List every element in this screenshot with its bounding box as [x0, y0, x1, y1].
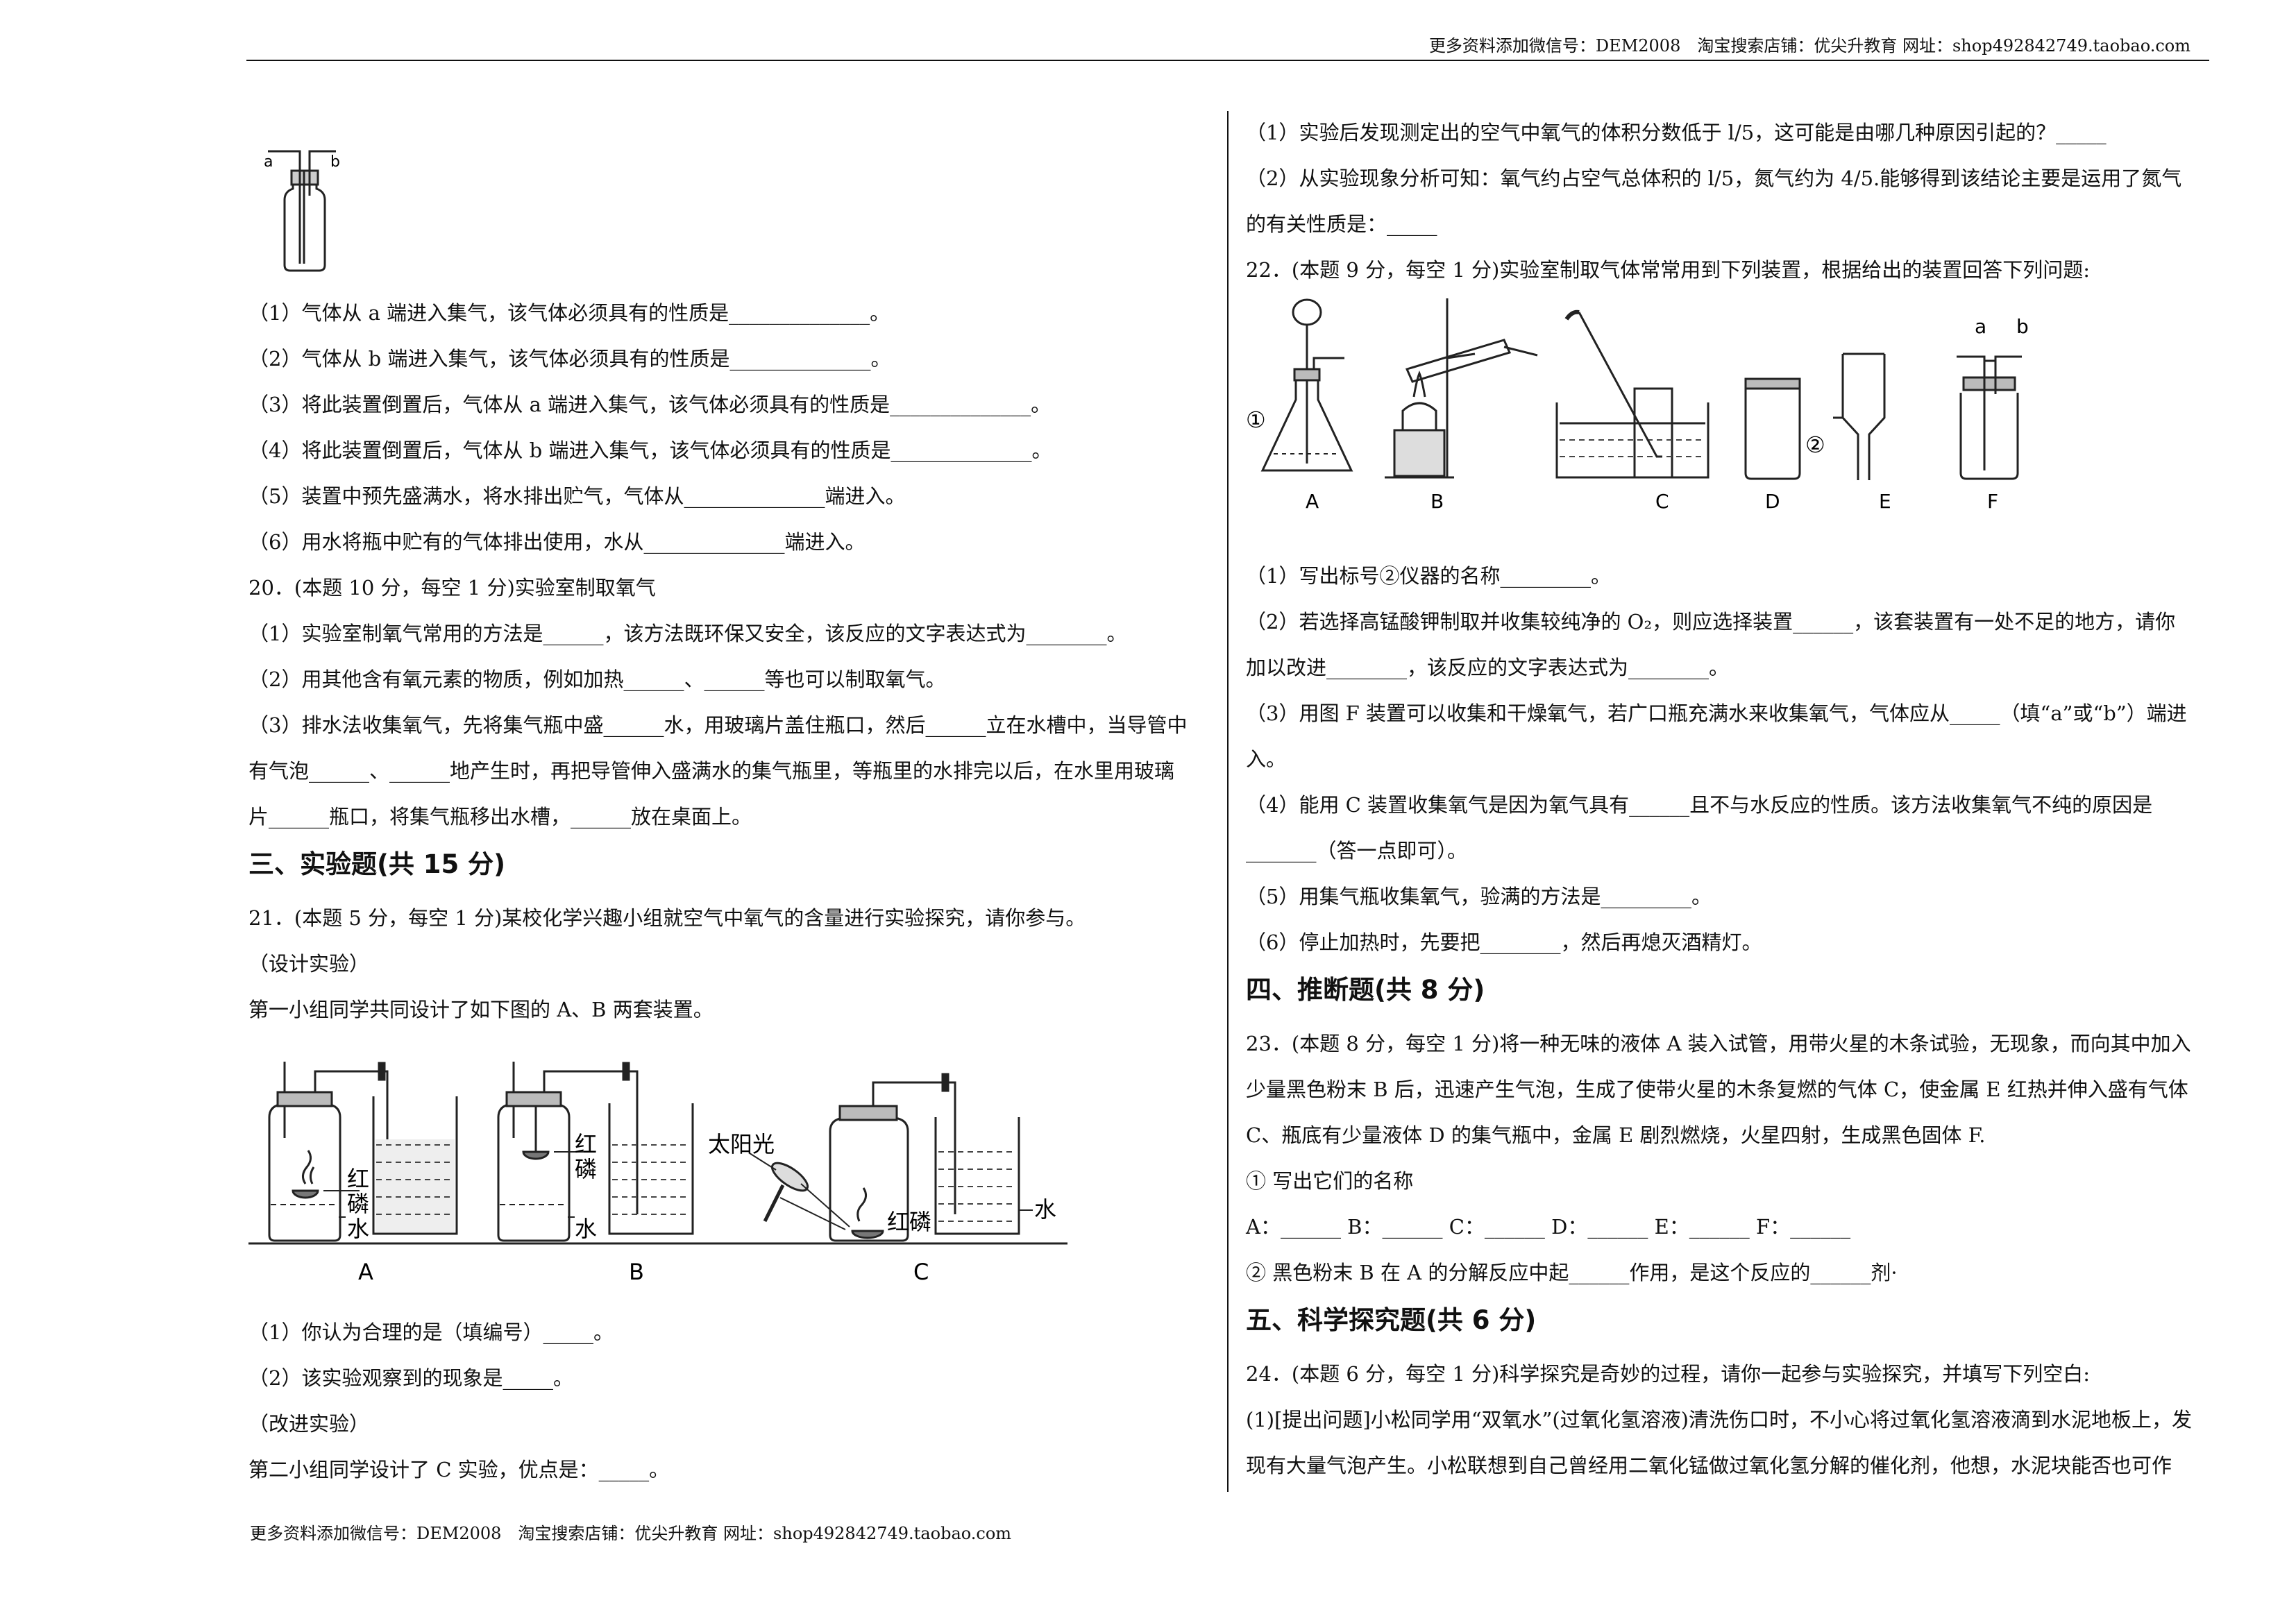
label-c-cap: C	[1655, 490, 1669, 513]
label-f-cap: F	[1987, 490, 1998, 513]
q22-2a: （2）若选择高锰酸钾制取并收集较纯净的 O₂，则应选择装置______，该套装置…	[1246, 610, 2176, 634]
q22-title: 22．(本题 9 分，每空 1 分)实验室制取气体常常用到下列装置，根据给出的装…	[1246, 258, 2091, 282]
section-5-title: 五、科学探究题(共 6 分)	[1246, 1305, 1537, 1335]
label-water-c: 水	[1034, 1196, 1056, 1223]
q23-catalyst: ② 黑色粉末 B 在 A 的分解反应中起______作用，是这个反应的_____…	[1246, 1261, 1898, 1284]
q19-4: （4）将此装置倒置后，气体从 b 端进入集气，该气体必须具有的性质是______…	[248, 439, 1052, 462]
label-b: b	[2016, 315, 2029, 338]
label-sunlight: 太阳光	[708, 1131, 775, 1157]
gas-bottle-figure: a b	[264, 150, 340, 272]
q20-3b: 有气泡______、______地产生时，再把导管伸入盛满水的集气瓶里，等瓶里的…	[248, 759, 1175, 783]
q19-1: （1）气体从 a 端进入集气，该气体必须具有的性质是______________…	[248, 301, 890, 325]
label-red-2-b: 磷	[575, 1156, 597, 1182]
q20-3a: （3）排水法收集氧气，先将集气瓶中盛______水，用玻璃片盖住瓶口，然后___…	[248, 713, 1188, 737]
q24-1a: (1)[提出问题]小松同学用“双氧水”(过氧化氢溶液)清洗伤口时，不小心将过氧化…	[1246, 1408, 2192, 1431]
header-rule	[246, 60, 2209, 61]
q21-cont-2b: 的有关性质是：_____	[1246, 212, 1437, 236]
page-footer: 更多资料添加微信号：DEM2008 淘宝搜索店铺：优尖升教育 网址：shop49…	[250, 1524, 1012, 1543]
q20-1: （1）实验室制氧气常用的方法是______，该方法既环保又安全，该反应的文字表达…	[248, 622, 1127, 645]
label-water-a: 水	[347, 1216, 369, 1242]
q21-improve: （改进实验）	[248, 1412, 370, 1436]
q21-2: （2）该实验观察到的现象是_____。	[248, 1366, 573, 1390]
section-3-title: 三、实验题(共 15 分)	[248, 849, 506, 879]
q21-cont-2a: （2）从实验现象分析可知：氧气约占空气总体积的 l/5，氮气约为 4/5.能够得…	[1246, 167, 2182, 190]
oxygen-content-apparatus-figure: 红 磷 水 红 磷 水 太阳光 红磷 水 A B C	[248, 1062, 1067, 1285]
q23-c: C、瓶底有少量液体 D 的集气瓶中，金属 E 剧烈燃烧，火星四射，生成黑色固体 …	[1246, 1123, 1986, 1147]
q23-a: 23．(本题 8 分，每空 1 分)将一种无味的液体 A 装入试管，用带火星的木…	[1246, 1032, 2191, 1055]
label-apparatus-a: A	[358, 1259, 373, 1285]
q19-3: （3）将此装置倒置后，气体从 a 端进入集气，该气体必须具有的性质是______…	[248, 393, 1052, 416]
q19-2: （2）气体从 b 端进入集气，该气体必须具有的性质是______________…	[248, 347, 891, 371]
label-a: a	[264, 153, 273, 171]
label-water-b: 水	[575, 1216, 597, 1242]
q21-cont-1: （1）实验后发现测定出的空气中氧气的体积分数低于 l/5，这可能是由哪几种原因引…	[1246, 121, 2107, 144]
section-4-title: 四、推断题(共 8 分)	[1246, 975, 1485, 1005]
q21-design: （设计实验）	[248, 952, 370, 976]
q22-3a: （3）用图 F 装置可以收集和干燥氧气，若广口瓶充满水来收集氧气，气体应从___…	[1246, 702, 2187, 725]
label-red-2: 磷	[347, 1191, 369, 1217]
q23-names-blanks: A：______ B：______ C：______ D：______ E：__…	[1246, 1215, 1851, 1239]
label-apparatus-c: C	[913, 1259, 929, 1285]
label-red-1: 红	[347, 1166, 369, 1192]
q22-2b: 加以改进________，该反应的文字表达式为________。	[1246, 656, 1730, 679]
q20-title: 20．(本题 10 分，每空 1 分)实验室制取氧气	[248, 576, 656, 600]
q19-6: （6）用水将瓶中贮有的气体排出使用，水从______________端进入。	[248, 530, 866, 554]
q21-improve-desc: 第二小组同学设计了 C 实验，优点是：_____。	[248, 1458, 670, 1481]
q19-5: （5）装置中预先盛满水，将水排出贮气，气体从______________端进入。	[248, 484, 906, 508]
circle-2-label: ②	[1805, 432, 1825, 458]
label-b-cap: B	[1430, 490, 1444, 513]
column-divider	[1227, 111, 1229, 1492]
q22-3b: 入。	[1246, 747, 1287, 771]
q20-3c: 片______瓶口，将集气瓶移出水槽，______放在桌面上。	[248, 805, 752, 829]
label-a-cap: A	[1306, 490, 1319, 513]
q22-6: （6）停止加热时，先要把________，然后再熄灭酒精灯。	[1246, 931, 1762, 954]
label-apparatus-b: B	[629, 1259, 644, 1285]
q24-title: 24．(本题 6 分，每空 1 分)科学探究是奇妙的过程，请你一起参与实验探究，…	[1246, 1362, 2091, 1386]
gas-preparation-apparatus-figure: ① ② a b A B C D E F	[1246, 298, 2029, 513]
q21-1: （1）你认为合理的是（填编号）_____。	[248, 1320, 614, 1344]
q20-2: （2）用其他含有氧元素的物质，例如加热______、______等也可以制取氧气…	[248, 668, 946, 691]
q22-5: （5）用集气瓶收集氧气，验满的方法是_________。	[1246, 885, 1712, 908]
q22-4b: _______（答一点即可）。	[1246, 839, 1468, 863]
label-e-cap: E	[1879, 490, 1891, 513]
q21-title: 21．(本题 5 分，每空 1 分)某校化学兴趣小组就空气中氧气的含量进行实验探…	[248, 906, 1086, 930]
label-red-phosphorus: 红磷	[887, 1209, 931, 1235]
q22-1: （1）写出标号②仪器的名称_________。	[1246, 564, 1611, 588]
label-d-cap: D	[1765, 490, 1780, 513]
circle-1-label: ①	[1246, 407, 1266, 433]
label-b: b	[330, 153, 340, 171]
label-a: a	[1975, 315, 1986, 338]
q22-4a: （4）能用 C 装置收集氧气是因为氧气具有______且不与水反应的性质。该方法…	[1246, 793, 2153, 817]
page-header: 更多资料添加微信号：DEM2008 淘宝搜索店铺：优尖升教育 网址：shop49…	[1428, 36, 2191, 56]
q24-1b: 现有大量气泡产生。小松联想到自己曾经用二氧化锰做过氧化氢分解的催化剂，他想，水泥…	[1246, 1454, 2172, 1477]
label-red-1-b: 红	[575, 1131, 597, 1157]
q23-b: 少量黑色粉末 B 后，迅速产生气泡，生成了使带火星的木条复燃的气体 C，使金属 …	[1246, 1078, 2188, 1101]
q23-names-prompt: ① 写出它们的名称	[1246, 1169, 1414, 1193]
q21-design-desc: 第一小组同学共同设计了如下图的 A、B 两套装置。	[248, 998, 714, 1021]
